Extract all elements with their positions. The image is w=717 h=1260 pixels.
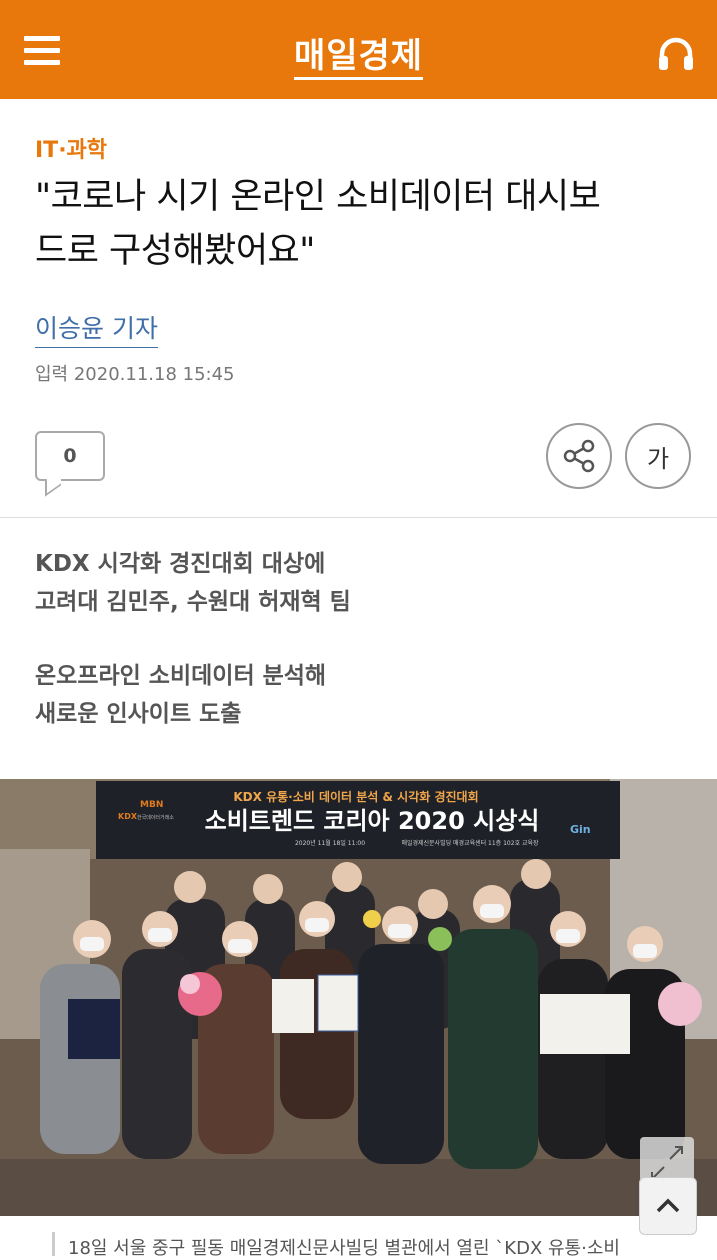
- divider: [0, 517, 717, 518]
- article-photo[interactable]: KDX 유통·소비 데이터 분석 & 시각화 경진대회 소비트렌드 코리아 20…: [0, 779, 717, 1216]
- site-logo[interactable]: 매일경제: [0, 28, 717, 80]
- banner-date-text: 2020년 11월 18일 11:00: [295, 839, 365, 847]
- font-size-button[interactable]: 가: [625, 423, 691, 489]
- article-title: "코로나 시기 온라인 소비데이터 대시보 드로 구성해봤어요": [35, 170, 685, 278]
- share-icon: [563, 439, 595, 473]
- published-date: 입력 2020.11.18 15:45: [35, 364, 235, 385]
- subtitle-line: 온오프라인 소비데이터 분석해: [35, 663, 327, 689]
- chevron-up-icon: [656, 1198, 680, 1213]
- banner-brand-gin: Gin: [570, 823, 591, 836]
- banner-place-text: 매일경제신문사빌딩 매경교육센터 11층 102호 교육장: [401, 839, 539, 847]
- banner-top-text: KDX 유통·소비 데이터 분석 & 시각화 경진대회: [233, 789, 478, 804]
- section-label[interactable]: IT·과학: [35, 132, 107, 164]
- subtitle-line: KDX 시각화 경진대회 대상에: [35, 551, 326, 577]
- comment-button[interactable]: 0: [35, 431, 105, 481]
- banner-brand-kdx-subtitle: 한국데이터거래소: [137, 814, 174, 821]
- reporter-link[interactable]: 이승윤 기자: [35, 309, 158, 348]
- banner-main-text: 소비트렌드 코리아 2020 시상식: [205, 807, 540, 835]
- photo-caption: 18일 서울 중구 필동 매일경제신문사빌딩 별관에서 열린 `KDX 유통·소…: [68, 1238, 620, 1259]
- banner-brand-mbn: MBN: [140, 800, 163, 810]
- banner-brand-kdx: KDX: [118, 812, 138, 821]
- top-bar: 매일경제: [0, 0, 717, 99]
- headphone-icon[interactable]: [656, 34, 696, 74]
- subtitle-line: 새로운 인사이트 도출: [35, 701, 242, 727]
- subtitle-block: 온오프라인 소비데이터 분석해 새로운 인사이트 도출: [35, 657, 326, 733]
- font-size-label: 가: [646, 444, 670, 473]
- award-ceremony-photo: KDX 유통·소비 데이터 분석 & 시각화 경진대회 소비트렌드 코리아 20…: [0, 779, 717, 1216]
- caption-bar: [52, 1232, 55, 1256]
- title-line: 드로 구성해봤어요": [35, 231, 315, 271]
- comment-count: 0: [63, 445, 77, 467]
- scroll-top-button[interactable]: [639, 1177, 697, 1235]
- share-button[interactable]: [546, 423, 612, 489]
- subtitle-block: KDX 시각화 경진대회 대상에 고려대 김민주, 수원대 허재혁 팀: [35, 545, 351, 621]
- subtitle-line: 고려대 김민주, 수원대 허재혁 팀: [35, 589, 351, 615]
- title-line: "코로나 시기 온라인 소비데이터 대시보: [35, 177, 601, 217]
